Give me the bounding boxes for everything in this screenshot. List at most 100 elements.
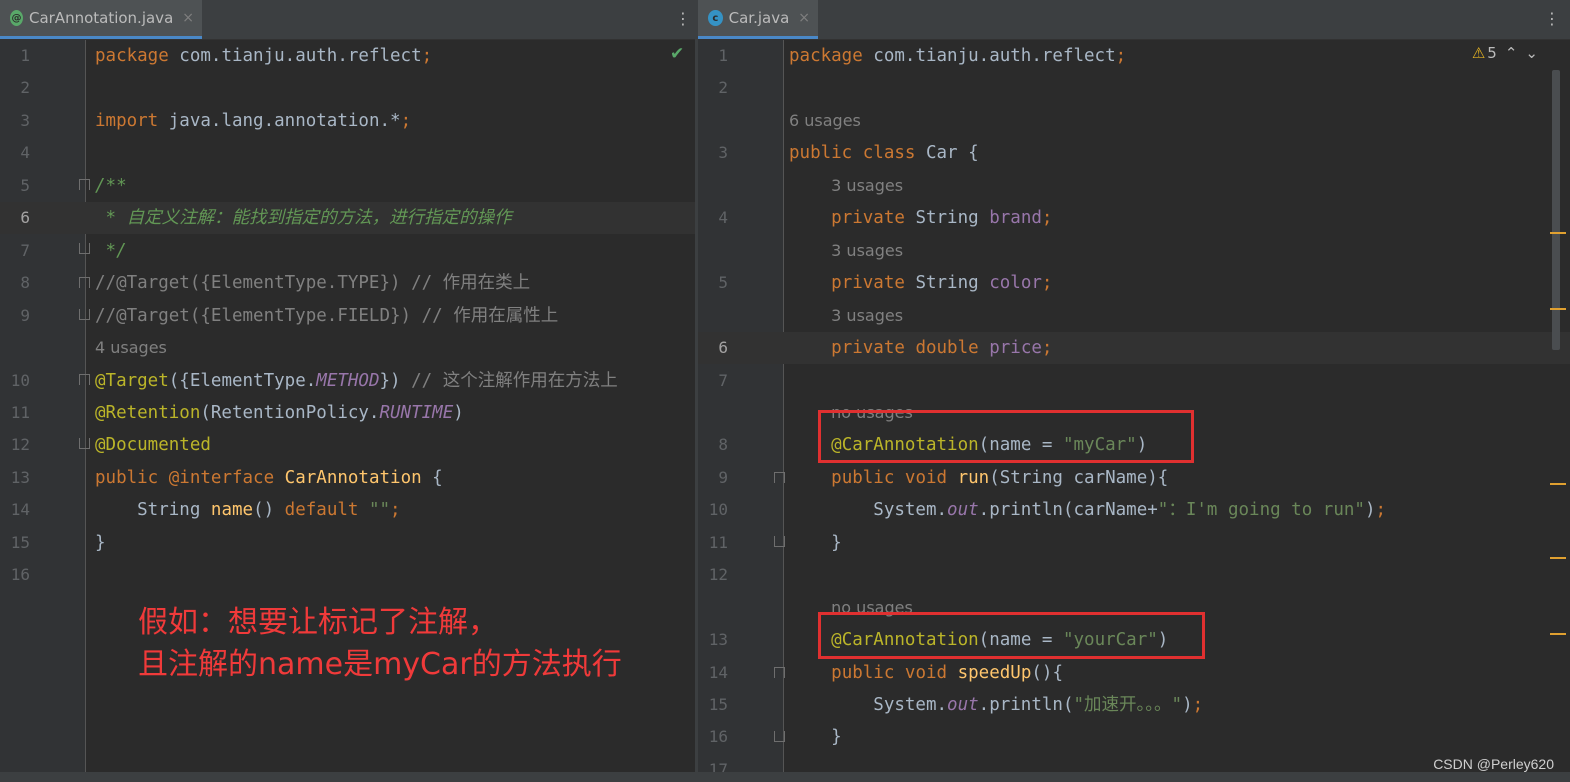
line-number: 14: [708, 662, 728, 682]
code-text: public void run(String carName){: [789, 462, 1168, 494]
code-token: {: [421, 467, 443, 488]
code-token: ;: [400, 110, 412, 131]
fold-marker-icon[interactable]: [774, 472, 785, 483]
line-number: 5: [718, 273, 728, 293]
code-token: public: [831, 467, 905, 488]
code-line[interactable]: 12: [698, 559, 1570, 591]
code-token: RUNTIME: [379, 402, 454, 423]
code-line[interactable]: 16: [0, 559, 695, 591]
fold-marker-icon[interactable]: [774, 536, 785, 547]
code-text: public void speedUp(){: [789, 657, 1063, 689]
code-line[interactable]: 6 usages: [698, 105, 1570, 137]
more-options-icon[interactable]: ⋮: [1544, 9, 1560, 29]
code-token: * 自定义注解：能找到指定的方法，进行指定的操作: [95, 208, 512, 229]
code-line[interactable]: 1 package com.tianju.auth.reflect;: [0, 40, 695, 72]
code-line[interactable]: 9 //@Target({ElementType.FIELD}) // 作用在属性…: [0, 300, 695, 332]
fold-marker-icon[interactable]: [79, 374, 90, 385]
line-number: 6: [718, 338, 728, 358]
close-tab-icon[interactable]: ×: [798, 10, 810, 26]
code-line[interactable]: 10 @Target({ElementType.METHOD}) // 这个注解作…: [0, 365, 695, 397]
code-line[interactable]: 15}: [0, 527, 695, 559]
line-number: 10: [708, 500, 728, 520]
code-line[interactable]: 9 public void run(String carName){: [698, 462, 1570, 494]
code-token: package: [789, 46, 874, 66]
tab-car-java[interactable]: c Car.java ×: [698, 0, 818, 39]
fold-marker-icon[interactable]: [79, 243, 90, 254]
code-token: ;: [1115, 46, 1127, 66]
code-line[interactable]: 8 //@Target({ElementType.TYPE}) // 作用在类上: [0, 267, 695, 299]
code-token: class: [862, 143, 926, 164]
fold-marker-icon[interactable]: [774, 667, 785, 678]
code-token: }: [95, 532, 106, 553]
fold-marker-icon[interactable]: [79, 179, 90, 190]
code-line[interactable]: 6 private double price;: [698, 332, 1570, 365]
code-line[interactable]: 4 usages: [0, 332, 695, 364]
code-text: @Documented: [95, 429, 211, 461]
code-line[interactable]: 12 @Documented: [0, 429, 695, 461]
code-token: java.lang.annotation.*: [168, 110, 401, 131]
code-line[interactable]: 14 String name() default "";: [0, 494, 695, 526]
warning-stripe-marker[interactable]: [1550, 483, 1566, 485]
line-number: 4: [718, 208, 728, 228]
code-line[interactable]: 3 usages: [698, 235, 1570, 267]
code-token: default: [284, 500, 369, 521]
code-line[interactable]: 10 System.out.println(carName+"：I'm goin…: [698, 494, 1570, 526]
fold-marker-icon[interactable]: [774, 731, 785, 742]
warning-stripe-marker[interactable]: [1550, 557, 1566, 559]
line-number: 6: [20, 208, 30, 228]
code-token: ;: [1041, 208, 1053, 229]
code-line[interactable]: 4: [0, 137, 695, 169]
code-line[interactable]: 7 */: [0, 235, 695, 267]
code-line[interactable]: 2: [0, 72, 695, 104]
code-token: out: [947, 695, 979, 715]
code-token: ): [1364, 500, 1376, 521]
code-token: Car {: [925, 143, 979, 164]
close-tab-icon[interactable]: ×: [182, 10, 194, 26]
code-line[interactable]: 5 private String color;: [698, 267, 1570, 299]
code-line[interactable]: 11 @Retention(RetentionPolicy.RUNTIME): [0, 397, 695, 429]
line-number: 15: [708, 695, 728, 714]
code-line[interactable]: 3 public class Car {: [698, 137, 1570, 169]
code-text: public class Car {: [789, 137, 979, 169]
code-text: //@Target({ElementType.FIELD}) // 作用在属性上: [95, 300, 558, 332]
fold-marker-icon[interactable]: [79, 309, 90, 320]
code-line[interactable]: 3 import java.lang.annotation.*;: [0, 105, 695, 137]
tab-carannotation-java[interactable]: @ CarAnnotation.java ×: [0, 0, 202, 39]
code-line[interactable]: 4 private String brand;: [698, 202, 1570, 234]
code-line[interactable]: 3 usages: [698, 170, 1570, 202]
code-token: }: [789, 532, 842, 553]
code-text: System.out.println("加速开。。。");: [789, 689, 1203, 721]
code-token: public: [831, 662, 905, 683]
code-text: 3 usages: [789, 170, 903, 202]
line-number: 11: [10, 402, 30, 422]
code-line[interactable]: 5 /**: [0, 170, 695, 202]
code-line[interactable]: 13 public @interface CarAnnotation {: [0, 462, 695, 494]
warning-stripe-marker[interactable]: [1550, 232, 1566, 234]
more-options-icon[interactable]: ⋮: [675, 9, 691, 29]
code-line[interactable]: 7: [698, 365, 1570, 397]
code-line[interactable]: 2: [698, 72, 1570, 104]
fold-marker-icon[interactable]: [79, 277, 90, 288]
code-token: (RetentionPolicy.: [200, 402, 380, 423]
code-token: ;: [1192, 695, 1204, 715]
code-text: @Retention(RetentionPolicy.RUNTIME): [95, 397, 464, 429]
line-number: 12: [708, 565, 728, 585]
fold-marker-icon[interactable]: [79, 438, 90, 449]
code-line[interactable]: 15 System.out.println("加速开。。。");: [698, 689, 1570, 721]
code-line[interactable]: 11 }: [698, 527, 1570, 559]
code-line[interactable]: 3 usages: [698, 300, 1570, 332]
tab-label: Car.java: [728, 9, 790, 27]
code-line[interactable]: 1 package com.tianju.auth.reflect;: [698, 40, 1570, 72]
code-token: String: [915, 208, 990, 229]
code-line[interactable]: 14 public void speedUp(){: [698, 657, 1570, 689]
code-line[interactable]: 6 * 自定义注解：能找到指定的方法，进行指定的操作: [0, 202, 695, 235]
code-line[interactable]: 16 }: [698, 721, 1570, 753]
warning-stripe-marker[interactable]: [1550, 633, 1566, 635]
code-text: @Target({ElementType.METHOD}) // 这个注解作用在…: [95, 365, 618, 397]
warning-stripe-marker[interactable]: [1550, 308, 1566, 310]
code-text: */: [95, 235, 127, 267]
code-token: METHOD: [316, 370, 380, 391]
